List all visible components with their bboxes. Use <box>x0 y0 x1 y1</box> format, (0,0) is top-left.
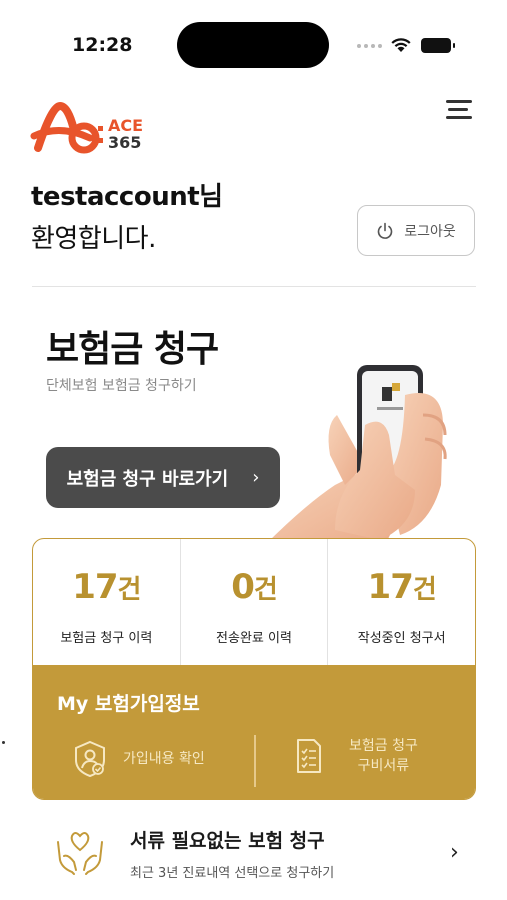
logo-text-365: 365 <box>108 133 142 152</box>
power-icon <box>377 222 393 239</box>
stat-claim-history-count: 17건 <box>72 567 141 607</box>
stray-dot <box>2 741 5 744</box>
insurance-info-title: My 보험가입정보 <box>57 693 200 715</box>
logout-label: 로그아웃 <box>404 223 456 240</box>
stat-sent-history[interactable]: 0건 전송완료 이력 <box>181 539 329 665</box>
required-documents-line1: 보험금 청구 <box>349 738 418 754</box>
stat-claim-history[interactable]: 17건 보험금 청구 이력 <box>33 539 181 665</box>
stat-draft-claims-count: 17건 <box>367 567 437 607</box>
paperless-claim-row[interactable]: 서류 필요없는 보험 청구 최근 3년 진료내역 선택으로 청구하기 › <box>32 812 476 894</box>
battery-icon <box>421 38 455 53</box>
document-checklist-icon <box>297 739 321 773</box>
logout-button[interactable]: 로그아웃 <box>357 205 475 256</box>
claim-subtitle: 단체보험 보험금 청구하기 <box>46 378 197 394</box>
logo-text: ACE 365 <box>108 117 143 151</box>
panel-divider <box>254 735 256 787</box>
username-greeting: testaccount님 <box>31 182 223 212</box>
claim-shortcut-label: 보험금 청구 바로가기 <box>66 468 229 490</box>
claim-stats-card: 17건 보험금 청구 이력 0건 전송완료 이력 17건 작성중인 청구서 My… <box>32 538 476 800</box>
chevron-right-icon: › <box>252 467 260 488</box>
required-documents-button[interactable]: 보험금 청구 구비서류 <box>295 736 418 776</box>
stat-draft-claims-label: 작성중인 청구서 <box>357 631 446 646</box>
chevron-right-icon: › <box>450 840 459 865</box>
hand-phone-illustration <box>265 365 447 545</box>
logo-text-ace: ACE <box>108 116 144 135</box>
required-documents-line2: 구비서류 <box>357 758 410 774</box>
stat-sent-history-label: 전송완료 이력 <box>216 631 292 646</box>
welcome-text: 환영합니다. <box>31 224 156 254</box>
required-documents-label: 보험금 청구 구비서류 <box>349 736 418 776</box>
claim-title: 보험금 청구 <box>46 329 219 370</box>
hands-heart-icon <box>57 832 103 875</box>
shield-person-icon <box>75 740 105 778</box>
dynamic-island <box>177 22 329 68</box>
view-enrollment-button[interactable]: 가입내용 확인 <box>73 740 205 778</box>
view-enrollment-label: 가입내용 확인 <box>123 751 205 767</box>
status-bar: 12:28 <box>0 0 507 90</box>
stat-claim-history-label: 보험금 청구 이력 <box>60 631 153 646</box>
stat-sent-history-count: 0건 <box>231 567 278 607</box>
stats-row: 17건 보험금 청구 이력 0건 전송완료 이력 17건 작성중인 청구서 <box>33 539 475 665</box>
section-divider <box>32 286 476 287</box>
stat-draft-claims[interactable]: 17건 작성중인 청구서 <box>328 539 475 665</box>
paperless-claim-title: 서류 필요없는 보험 청구 <box>130 830 325 852</box>
claim-shortcut-button[interactable]: 보험금 청구 바로가기 › <box>46 447 280 508</box>
paperless-claim-subtitle: 최근 3년 진료내역 선택으로 청구하기 <box>130 866 335 881</box>
signal-dots-icon <box>357 44 382 48</box>
status-time: 12:28 <box>72 34 133 56</box>
wifi-icon <box>391 38 411 52</box>
hamburger-menu-icon[interactable] <box>446 100 472 122</box>
insurance-info-panel: My 보험가입정보 가입내용 확인 보험금 청구 구비서류 <box>33 665 475 799</box>
